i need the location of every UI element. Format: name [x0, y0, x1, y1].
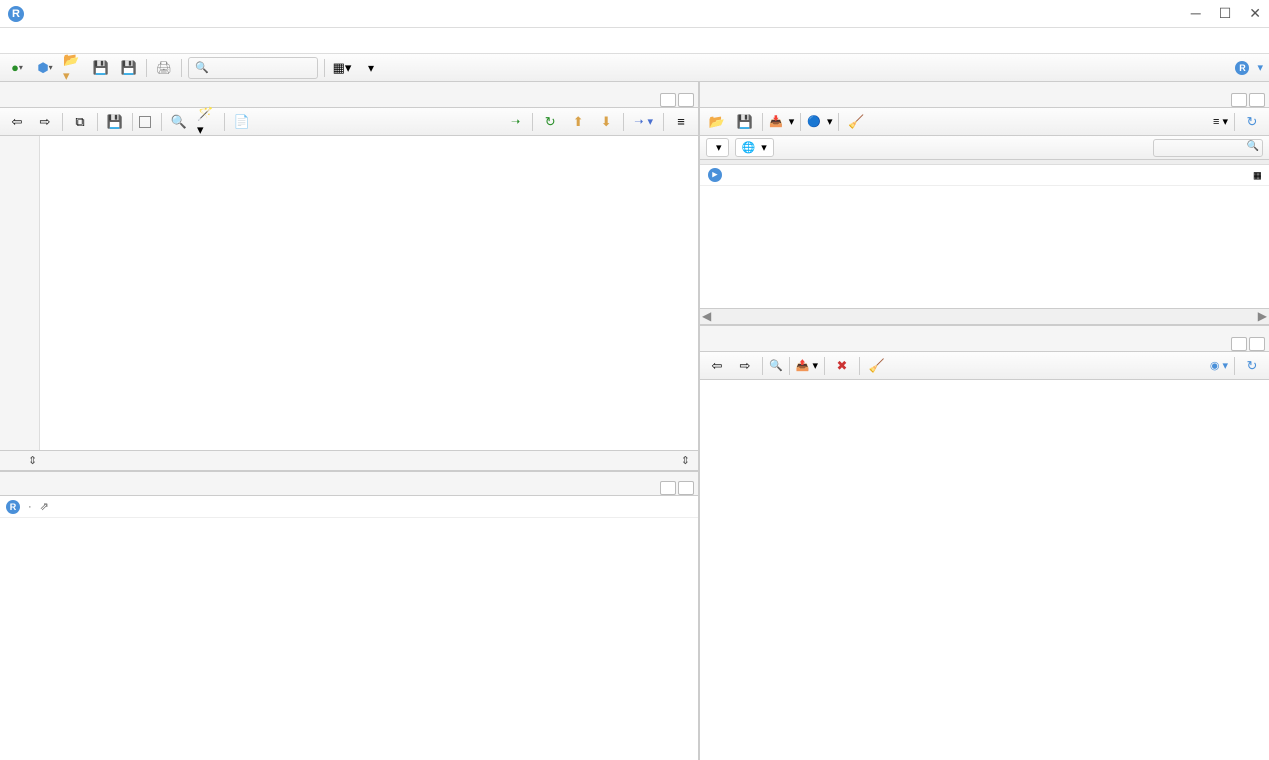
- clear-plots-icon[interactable]: 🧹: [866, 355, 888, 377]
- console-path-bar: R · ⇗: [0, 496, 698, 518]
- editor-statusbar: ⇕ ⇕: [0, 450, 698, 470]
- source-on-save-checkbox[interactable]: [139, 116, 155, 128]
- refresh-plot-icon[interactable]: ↻: [1241, 355, 1263, 377]
- titlebar: R ─ ☐ ✕: [0, 0, 1269, 28]
- remove-plot-icon[interactable]: ✖: [831, 355, 853, 377]
- pane-max-icon[interactable]: [1249, 337, 1265, 351]
- go-down-icon[interactable]: ⬇: [595, 111, 617, 133]
- new-file-icon[interactable]: ●▾: [6, 57, 28, 79]
- main-toolbar: ●▾ ⬢▾ 📂▾ 💾 💾 🖨 🔍 ▦▾ ▾ R ▾: [0, 54, 1269, 82]
- memory-usage[interactable]: 🔵 ▾: [807, 115, 832, 128]
- source-button[interactable]: ➝ ▾: [630, 113, 657, 130]
- r-project-icon: R: [1235, 61, 1249, 75]
- minimize-button[interactable]: ─: [1191, 5, 1201, 22]
- zoom-button[interactable]: 🔍: [769, 359, 783, 372]
- scatter-plot: [715, 390, 1255, 750]
- plot-tabstrip: [700, 326, 1269, 352]
- rstudio-logo-icon: R: [8, 6, 24, 22]
- console-output[interactable]: [0, 518, 698, 760]
- env-tabstrip: [700, 82, 1269, 108]
- addins-menu[interactable]: ▾: [359, 58, 383, 78]
- plot-next-icon[interactable]: ⇨: [734, 355, 756, 377]
- open-file-icon[interactable]: 📂▾: [62, 57, 84, 79]
- compile-report-icon[interactable]: 📄: [231, 111, 253, 133]
- pane-min-icon[interactable]: [660, 93, 676, 107]
- save-icon[interactable]: 💾: [90, 57, 112, 79]
- scroll-left-icon[interactable]: ◀: [702, 309, 711, 324]
- maximize-button[interactable]: ☐: [1219, 5, 1232, 22]
- code-content[interactable]: [40, 136, 698, 450]
- wand-icon[interactable]: 🪄▾: [196, 111, 218, 133]
- go-up-icon[interactable]: ⬆: [567, 111, 589, 133]
- refresh-env-icon[interactable]: ↻: [1241, 111, 1263, 133]
- env-scope-selector[interactable]: 🌐 ▾: [735, 138, 774, 157]
- view-table-icon[interactable]: ▦: [1254, 168, 1261, 182]
- export-button[interactable]: 📤 ▾: [796, 359, 818, 372]
- pane-max-icon[interactable]: [1249, 93, 1265, 107]
- pane-min-icon[interactable]: [660, 481, 676, 495]
- wd-popout-icon[interactable]: ⇗: [40, 500, 49, 513]
- save-workspace-icon[interactable]: 💾: [734, 111, 756, 133]
- show-in-new-window-icon[interactable]: ⧉: [69, 111, 91, 133]
- list-view-selector[interactable]: ≡ ▾: [1213, 115, 1228, 128]
- code-editor[interactable]: [0, 136, 698, 450]
- r-scope-selector[interactable]: ▾: [706, 138, 729, 157]
- console-tabstrip: [0, 472, 698, 496]
- import-dataset-button[interactable]: 📥 ▾: [769, 115, 794, 128]
- menubar: [0, 28, 1269, 54]
- line-gutter: [0, 136, 40, 450]
- scroll-right-icon[interactable]: ▶: [1258, 309, 1267, 324]
- pane-max-icon[interactable]: [678, 481, 694, 495]
- save-all-icon[interactable]: 💾: [118, 57, 140, 79]
- env-toolbar: 📂 💾 📥 ▾ 🔵 ▾ 🧹 ≡ ▾ ↻: [700, 108, 1269, 136]
- pane-max-icon[interactable]: [678, 93, 694, 107]
- scope-selector[interactable]: ⇕: [28, 454, 37, 467]
- find-icon[interactable]: 🔍: [168, 111, 190, 133]
- outline-icon[interactable]: ≡: [670, 111, 692, 133]
- clear-workspace-icon[interactable]: 🧹: [845, 111, 867, 133]
- env-variable-row[interactable]: ▶ ▦: [700, 165, 1269, 186]
- env-search-input[interactable]: [1153, 139, 1263, 157]
- close-button[interactable]: ✕: [1249, 5, 1261, 22]
- rerun-icon[interactable]: ↻: [539, 111, 561, 133]
- save-current-icon[interactable]: 💾: [104, 111, 126, 133]
- plot-toolbar: ⇦ ⇨ 🔍 📤 ▾ ✖ 🧹 ◉ ▾ ↻: [700, 352, 1269, 380]
- expand-icon[interactable]: ▶: [708, 168, 722, 182]
- language-selector[interactable]: ⇕: [681, 454, 690, 467]
- load-workspace-icon[interactable]: 📂: [706, 111, 728, 133]
- grid-icon[interactable]: ▦▾: [331, 57, 353, 79]
- goto-input[interactable]: 🔍: [188, 57, 318, 79]
- run-button[interactable]: ➝: [507, 113, 526, 130]
- print-icon[interactable]: 🖨: [153, 57, 175, 79]
- project-selector[interactable]: R ▾: [1235, 61, 1263, 75]
- editor-tabstrip: [0, 82, 698, 108]
- nav-fwd-icon[interactable]: ⇨: [34, 111, 56, 133]
- environment-data: ▶ ▦: [700, 160, 1269, 308]
- editor-toolbar: ⇦ ⇨ ⧉ 💾 🔍 🪄▾ 📄 ➝ ↻ ⬆ ⬇ ➝: [0, 108, 698, 136]
- pane-min-icon[interactable]: [1231, 93, 1247, 107]
- publish-button[interactable]: ◉ ▾: [1210, 359, 1228, 372]
- plot-prev-icon[interactable]: ⇦: [706, 355, 728, 377]
- r-icon: R: [6, 500, 20, 514]
- nav-back-icon[interactable]: ⇦: [6, 111, 28, 133]
- pane-min-icon[interactable]: [1231, 337, 1247, 351]
- plot-area: [700, 380, 1269, 760]
- new-project-icon[interactable]: ⬢▾: [34, 57, 56, 79]
